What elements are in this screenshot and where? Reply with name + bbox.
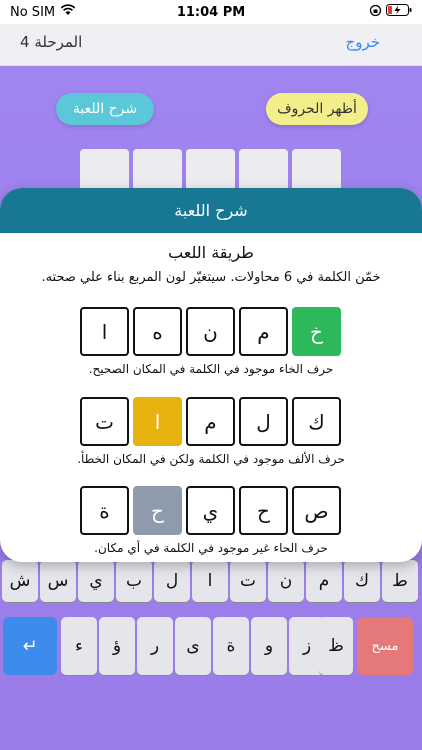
- delete-key[interactable]: مسح: [357, 617, 413, 675]
- key[interactable]: ر: [137, 617, 173, 675]
- letter-tile-correct: خ: [292, 307, 341, 356]
- key[interactable]: ش: [2, 560, 38, 602]
- key[interactable]: ن: [268, 560, 304, 602]
- modal-subtitle: طريقة اللعب: [168, 243, 254, 262]
- key[interactable]: ا: [192, 560, 228, 602]
- exit-button[interactable]: خروج: [300, 33, 380, 51]
- key[interactable]: ظ: [319, 617, 353, 675]
- example-row-3: ة ح ي ح ص: [80, 486, 341, 535]
- example-caption-1: حرف الخاء موجود في الكلمة في المكان الصح…: [88, 362, 334, 376]
- key[interactable]: ؤ: [99, 617, 135, 675]
- example-row-2: ت ا م ل ك: [80, 397, 341, 446]
- wifi-icon: [60, 4, 76, 20]
- carrier-label: No SIM: [10, 4, 56, 20]
- key[interactable]: ى: [175, 617, 211, 675]
- example-row-1: ا ه ن م خ: [80, 307, 341, 356]
- letter-tile: ل: [239, 397, 288, 446]
- example-caption-3: حرف الحاء غير موجود في الكلمة في أي مكان…: [94, 541, 328, 555]
- status-bar: No SIM 11:04 PM: [0, 0, 422, 24]
- letter-tile: م: [186, 397, 235, 446]
- letter-tile: م: [239, 307, 288, 356]
- letter-tile: ح: [239, 486, 288, 535]
- status-left: No SIM: [10, 4, 76, 20]
- key[interactable]: س: [40, 560, 76, 602]
- orientation-lock-icon: [369, 4, 382, 21]
- key[interactable]: ة: [213, 617, 249, 675]
- level-label: المرحلة 4: [20, 33, 83, 51]
- enter-key[interactable]: ↵: [3, 617, 57, 675]
- letter-tile: ت: [80, 397, 129, 446]
- letter-tile: ا: [80, 307, 129, 356]
- key[interactable]: ب: [116, 560, 152, 602]
- key[interactable]: ت: [230, 560, 266, 602]
- key[interactable]: ط: [382, 560, 418, 602]
- letter-tile: ك: [292, 397, 341, 446]
- example-caption-2: حرف الألف موجود في الكلمة ولكن في المكان…: [77, 452, 345, 466]
- key[interactable]: م: [306, 560, 342, 602]
- letter-tile-absent: ح: [133, 486, 182, 535]
- letter-tile-present: ا: [133, 397, 182, 446]
- key[interactable]: ء: [61, 617, 97, 675]
- instructions-modal: شرح اللعبة طريقة اللعب خمّن الكلمة في 6 …: [0, 188, 422, 562]
- key[interactable]: ك: [344, 560, 380, 602]
- reveal-letters-button[interactable]: أظهر الحروف: [266, 93, 368, 125]
- modal-title: شرح اللعبة: [0, 188, 422, 233]
- explain-game-button[interactable]: شرح اللعبة: [56, 93, 154, 125]
- battery-charging-icon: [386, 4, 412, 20]
- key[interactable]: و: [251, 617, 287, 675]
- status-right: [369, 4, 412, 21]
- key[interactable]: ل: [154, 560, 190, 602]
- nav-bar: خروج المرحلة 4: [0, 24, 422, 66]
- modal-description: خمّن الكلمة في 6 محاولات. سيتغيّر لون ال…: [41, 270, 381, 285]
- letter-tile: ص: [292, 486, 341, 535]
- letter-tile: ة: [80, 486, 129, 535]
- letter-tile: ن: [186, 307, 235, 356]
- letter-tile: ي: [186, 486, 235, 535]
- key[interactable]: ي: [78, 560, 114, 602]
- letter-tile: ه: [133, 307, 182, 356]
